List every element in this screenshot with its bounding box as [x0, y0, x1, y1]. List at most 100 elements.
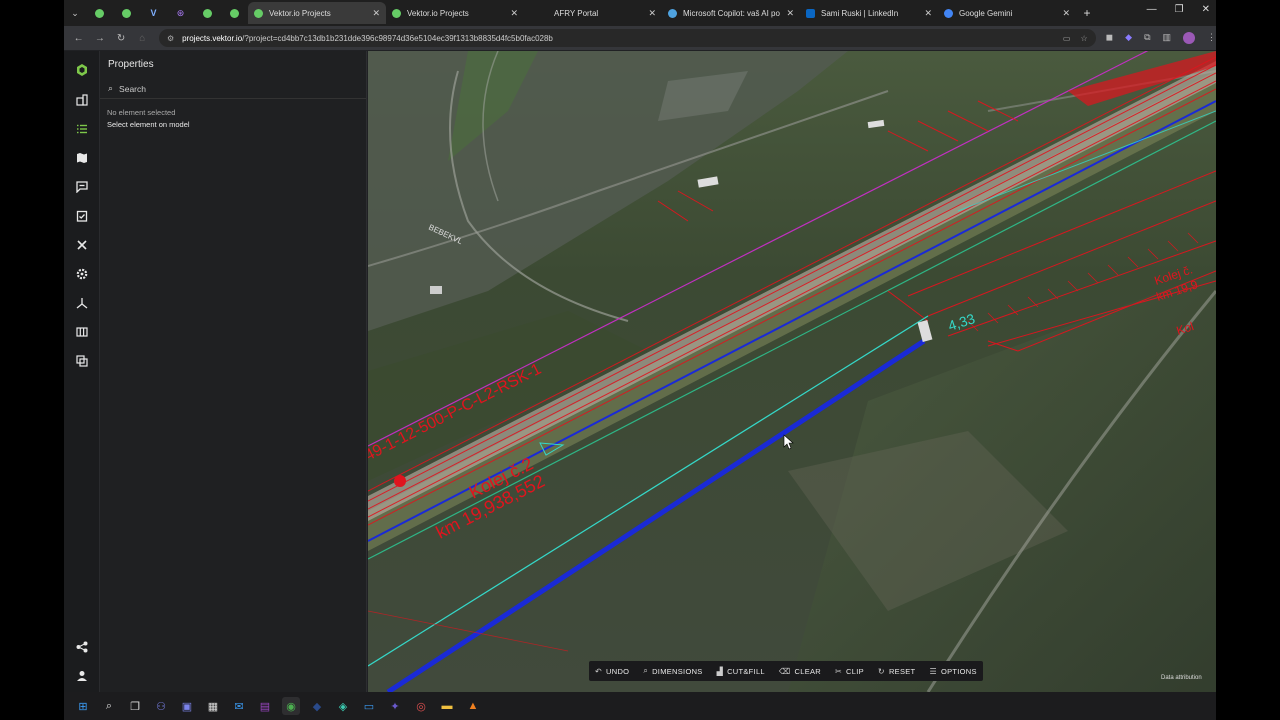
cutfill-button[interactable]: ▟ CUT&FILL	[717, 667, 765, 676]
site-info-icon[interactable]: ⚙	[167, 34, 174, 43]
options-label: OPTIONS	[940, 666, 977, 676]
close-icon[interactable]: ✕	[1062, 8, 1070, 19]
tab-label: Vektor.io Projects	[407, 8, 469, 18]
buildings-icon[interactable]	[64, 89, 100, 111]
map-icon[interactable]	[64, 147, 100, 169]
close-icon[interactable]: ✕	[648, 8, 656, 19]
comment-icon[interactable]	[64, 176, 100, 198]
share-icon[interactable]	[64, 636, 100, 658]
browser-window: ⌄ V ⊛ Vektor.io Projects ✕ Vektor.io Pro…	[64, 0, 1216, 692]
back-icon[interactable]: ←	[68, 33, 89, 44]
no-selection-text: No element selected	[107, 108, 176, 117]
home-icon[interactable]: ⌂	[132, 33, 153, 44]
pinned-tab-icon[interactable]	[86, 2, 113, 24]
clip-button[interactable]: ✂ CLIP	[835, 667, 864, 676]
tab-label: AFRY Portal	[554, 8, 599, 18]
url-domain: projects.vektor.io	[182, 33, 243, 43]
settings-icon[interactable]	[64, 263, 100, 285]
copilot-icon[interactable]: ◈	[334, 697, 352, 715]
search-icon[interactable]: ⌕	[100, 697, 118, 715]
mail-icon[interactable]: ✉	[230, 697, 248, 715]
reset-label: RESET	[888, 666, 916, 676]
browser-tab[interactable]: Microsoft Copilot: vaš AI pom ✕	[662, 2, 800, 24]
list-icon[interactable]	[64, 118, 100, 140]
browser-tab[interactable]: Google Gemini ✕	[938, 2, 1076, 24]
minimize-icon[interactable]: —	[1147, 4, 1157, 15]
vektor-app: Properties ⌕ No element selected Select …	[64, 51, 1216, 692]
sidebar-icon[interactable]: ▥	[1163, 32, 1172, 44]
pinned-tab-icon[interactable]	[113, 2, 140, 24]
windows-start-icon[interactable]: ⊞	[74, 697, 92, 715]
chrome-icon[interactable]: ◉	[282, 697, 300, 715]
folder-icon[interactable]: ▬	[438, 697, 456, 715]
tools-icon[interactable]	[64, 234, 100, 256]
screen: ⌄ V ⊛ Vektor.io Projects ✕ Vektor.io Pro…	[0, 0, 1280, 720]
address-bar[interactable]: ⚙ projects.vektor.io/?project=cd4bb7c13d…	[158, 29, 1096, 47]
clear-button[interactable]: ⌫ CLEAR	[779, 667, 821, 676]
windows-taskbar: ⊞ ⌕ ❐ ⚇ ▣ ▦ ✉ ▤ ◉ ◆ ◈ ▭ ✦ ◎ ▬ ▲	[64, 692, 1216, 720]
vektor-logo-icon[interactable]	[64, 59, 100, 81]
axis-icon[interactable]	[64, 292, 100, 314]
vektor-favicon-icon	[254, 8, 263, 18]
browser-tab[interactable]: Vektor.io Projects ✕	[248, 2, 386, 24]
browser-tab[interactable]: Sami Ruski | LinkedIn ✕	[800, 2, 938, 24]
reset-button[interactable]: ↻ RESET	[878, 667, 916, 676]
pinned-tab-icon[interactable]	[221, 2, 248, 24]
close-icon[interactable]: ✕	[786, 8, 794, 19]
onenote-icon[interactable]: ▤	[256, 697, 274, 715]
browser-tab[interactable]: AFRY Portal ✕	[524, 2, 662, 24]
pinned-tab-icon[interactable]: V	[140, 2, 167, 24]
dimensions-button[interactable]: ⌕ DIMENSIONS	[643, 666, 702, 676]
tab-search-chevron-icon[interactable]: ⌄	[64, 2, 86, 24]
3d-viewport[interactable]: BEBEKVL Kolej č. km 19,9 Kol 4,33 49-1-1…	[368, 51, 1216, 692]
user-icon[interactable]	[64, 665, 100, 687]
task-view-icon[interactable]: ❐	[126, 697, 144, 715]
property-search: ⌕	[100, 79, 366, 99]
options-button[interactable]: ☰ OPTIONS	[929, 667, 976, 676]
profile-avatar[interactable]	[1183, 32, 1196, 44]
table-icon[interactable]	[64, 321, 100, 343]
extensions-puzzle-icon[interactable]: ⧉	[1144, 32, 1150, 44]
forward-icon[interactable]: →	[89, 33, 110, 44]
browser-tab[interactable]: Vektor.io Projects ✕	[386, 2, 524, 24]
window-controls: — ❐ ✕	[1147, 4, 1210, 15]
app-icon[interactable]: ◆	[308, 697, 326, 715]
close-icon[interactable]: ✕	[924, 8, 932, 19]
clear-label: CLEAR	[794, 666, 822, 676]
cast-icon[interactable]: ▭	[1063, 34, 1071, 43]
undo-button[interactable]: ↶ UNDO	[595, 667, 629, 676]
map-scene[interactable]: BEBEKVL Kolej č. km 19,9 Kol 4,33 49-1-1…	[368, 51, 1216, 692]
app-icon[interactable]: ✦	[386, 697, 404, 715]
layers-icon[interactable]	[64, 350, 100, 372]
undo-label: UNDO	[606, 666, 630, 676]
checklist-icon[interactable]	[64, 205, 100, 227]
navigation-rail	[64, 51, 100, 692]
extension-icon[interactable]: ◆	[1125, 32, 1132, 44]
calculator-icon[interactable]: ▦	[204, 697, 222, 715]
close-icon[interactable]: ✕	[372, 8, 380, 19]
properties-panel: Properties ⌕ No element selected Select …	[100, 51, 367, 692]
eraser-icon: ⌫	[778, 666, 791, 676]
maximize-icon[interactable]: ❐	[1175, 4, 1184, 15]
linkedin-favicon-icon	[806, 8, 815, 18]
pinned-tab-icon[interactable]	[194, 2, 221, 24]
url-path: /?project=cd4bb7c13db1b231dde396c98974d3…	[242, 33, 553, 43]
browser-toolbar: ← → ↻ ⌂ ⚙ projects.vektor.io/?project=cd…	[64, 26, 1216, 50]
new-tab-button[interactable]: +	[1076, 6, 1098, 20]
teams-icon[interactable]: ⚇	[152, 697, 170, 715]
tab-strip: ⌄ V ⊛ Vektor.io Projects ✕ Vektor.io Pro…	[64, 0, 1216, 26]
vlc-icon[interactable]: ▲	[464, 697, 482, 715]
reload-icon[interactable]: ↻	[110, 33, 131, 44]
search-input[interactable]	[119, 83, 320, 94]
pinned-tab-icon[interactable]: ⊛	[167, 2, 194, 24]
terminal-icon[interactable]: ▭	[360, 697, 378, 715]
extension-icon[interactable]: ◼	[1106, 32, 1113, 44]
close-icon[interactable]: ✕	[510, 8, 518, 19]
recorder-icon[interactable]: ◎	[412, 697, 430, 715]
bookmark-star-icon[interactable]: ☆	[1080, 34, 1087, 43]
measure-toolbar: ↶ UNDO ⌕ DIMENSIONS ▟ CUT&FILL ⌫ CLEAR ✂ CLIP…	[589, 661, 983, 681]
menu-kebab-icon[interactable]: ⋮	[1207, 32, 1216, 44]
save-app-icon[interactable]: ▣	[178, 697, 196, 715]
close-window-icon[interactable]: ✕	[1202, 4, 1210, 15]
data-attribution[interactable]: Data attribution	[1161, 675, 1202, 681]
